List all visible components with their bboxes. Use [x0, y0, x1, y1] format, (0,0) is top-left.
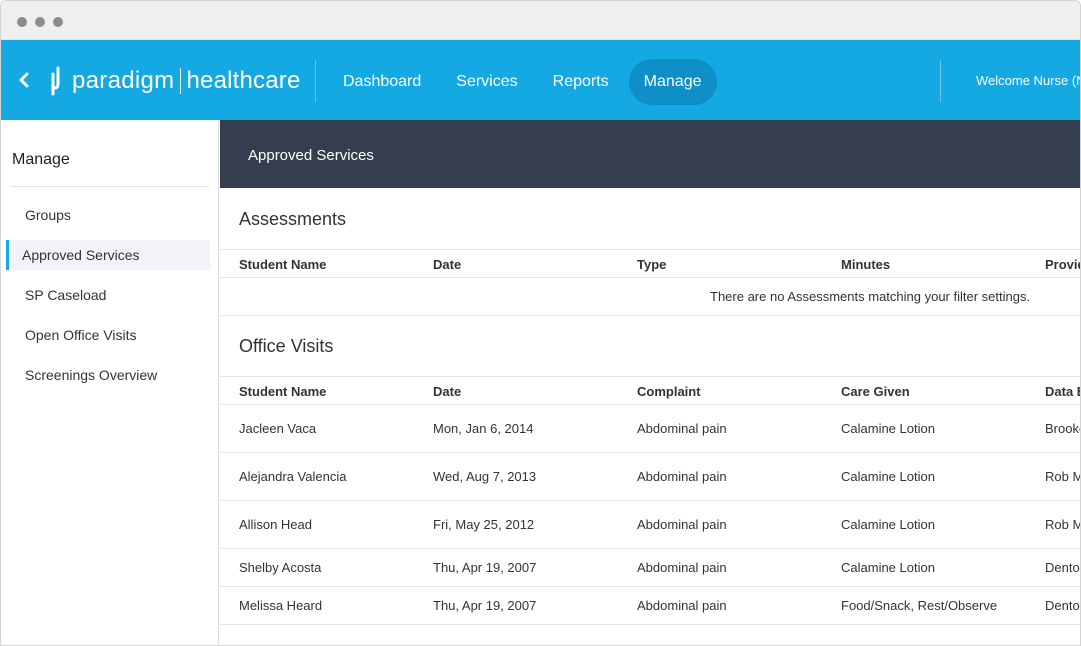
- column-header[interactable]: Student Name: [239, 384, 326, 399]
- nav-divider: [315, 60, 316, 102]
- assessments-table-header: Student Name Date Type Minutes Provid: [220, 249, 1080, 278]
- top-navbar: paradigm healthcare Dashboard Services R…: [1, 40, 1080, 120]
- logo-product: healthcare: [186, 67, 301, 94]
- cell-care-given: Calamine Lotion: [841, 560, 935, 575]
- main-nav: Dashboard Services Reports Manage: [328, 59, 722, 105]
- paradigm-logo-icon: [51, 66, 60, 96]
- sidebar-item-sp-caseload[interactable]: SP Caseload: [6, 280, 210, 310]
- cell-complaint: Abdominal pain: [637, 517, 727, 532]
- sidebar-item-groups[interactable]: Groups: [6, 200, 210, 230]
- cell-care-given: Calamine Lotion: [841, 421, 935, 436]
- cell-date: Thu, Apr 19, 2007: [433, 560, 537, 575]
- table-row[interactable]: Melissa Heard Thu, Apr 19, 2007 Abdomina…: [220, 587, 1080, 625]
- sidebar-item-open-office-visits[interactable]: Open Office Visits: [6, 320, 210, 350]
- column-header[interactable]: Data E: [1045, 384, 1080, 399]
- cell-complaint: Abdominal pain: [637, 560, 727, 575]
- main-content: Approved Services Assessments Student Na…: [220, 120, 1081, 645]
- cell-care-given: Calamine Lotion: [841, 469, 935, 484]
- cell-data-entered-by: Denton: [1045, 598, 1080, 613]
- column-header[interactable]: Date: [433, 257, 461, 272]
- cell-student-name: Allison Head: [239, 517, 312, 532]
- column-header[interactable]: Complaint: [637, 384, 701, 399]
- chevron-left-icon[interactable]: [15, 70, 33, 90]
- cell-data-entered-by: Rob M: [1045, 469, 1081, 484]
- cell-care-given: Calamine Lotion: [841, 517, 935, 532]
- nav-reports[interactable]: Reports: [538, 59, 624, 105]
- cell-student-name: Melissa Heard: [239, 598, 323, 613]
- nav-services[interactable]: Services: [441, 59, 532, 105]
- cell-date: Mon, Jan 6, 2014: [433, 421, 534, 436]
- window-close-dot[interactable]: [17, 17, 27, 27]
- page-header: Approved Services: [220, 120, 1080, 188]
- office-visits-title: Office Visits: [239, 336, 334, 356]
- logo-brand: paradigm: [72, 67, 175, 94]
- sidebar-item-screenings-overview[interactable]: Screenings Overview: [6, 360, 210, 390]
- nav-dashboard[interactable]: Dashboard: [328, 59, 436, 105]
- cell-complaint: Abdominal pain: [637, 421, 727, 436]
- empty-message: There are no Assessments matching your f…: [710, 289, 1031, 304]
- cell-complaint: Abdominal pain: [637, 598, 727, 613]
- sidebar: Manage Groups Approved Services SP Casel…: [1, 120, 219, 645]
- nav-manage[interactable]: Manage: [628, 59, 717, 105]
- logo-divider: [180, 68, 182, 94]
- window-chrome: [1, 1, 1080, 40]
- cell-student-name: Alejandra Valencia: [239, 469, 347, 484]
- column-header[interactable]: Type: [637, 257, 666, 272]
- page-title: Approved Services: [248, 147, 374, 164]
- office-visits-table: Student Name Date Complaint Care Given D…: [220, 376, 1081, 625]
- column-header[interactable]: Provid: [1045, 257, 1080, 272]
- welcome-divider: [940, 60, 941, 102]
- cell-date: Thu, Apr 19, 2007: [433, 598, 537, 613]
- office-visits-table-header: Student Name Date Complaint Care Given D…: [220, 376, 1080, 405]
- table-row[interactable]: Allison Head Fri, May 25, 2012 Abdominal…: [220, 501, 1081, 549]
- sidebar-list: Groups Approved Services SP Caseload Ope…: [6, 200, 210, 400]
- cell-data-entered-by: Rob M: [1045, 517, 1081, 532]
- cell-student-name: Shelby Acosta: [239, 560, 322, 575]
- window-minimize-dot[interactable]: [35, 17, 45, 27]
- assessments-table: Student Name Date Type Minutes Provid Th…: [220, 249, 1080, 316]
- column-header[interactable]: Care Given: [841, 384, 910, 399]
- table-empty-row: There are no Assessments matching your f…: [220, 278, 1080, 316]
- cell-care-given: Food/Snack, Rest/Observe: [841, 598, 998, 613]
- column-header[interactable]: Student Name: [239, 257, 326, 272]
- table-row[interactable]: Alejandra Valencia Wed, Aug 7, 2013 Abdo…: [220, 453, 1081, 501]
- welcome-user-menu[interactable]: Welcome Nurse (N: [976, 73, 1080, 88]
- sidebar-divider: [10, 186, 209, 187]
- window-zoom-dot[interactable]: [53, 17, 63, 27]
- assessments-title: Assessments: [239, 209, 347, 229]
- cell-date: Fri, May 25, 2012: [433, 517, 535, 532]
- sidebar-title: Manage: [12, 151, 70, 168]
- column-header[interactable]: Minutes: [841, 257, 890, 272]
- cell-student-name: Jacleen Vaca: [239, 421, 317, 436]
- cell-data-entered-by: Brooke: [1045, 421, 1080, 436]
- logo[interactable]: paradigm healthcare: [49, 64, 301, 98]
- cell-date: Wed, Aug 7, 2013: [433, 469, 537, 484]
- cell-complaint: Abdominal pain: [637, 469, 727, 484]
- table-row[interactable]: Shelby Acosta Thu, Apr 19, 2007 Abdomina…: [220, 549, 1080, 587]
- app-window: paradigm healthcare Dashboard Services R…: [0, 0, 1081, 646]
- column-header[interactable]: Date: [433, 384, 461, 399]
- cell-data-entered-by: Denton: [1045, 560, 1080, 575]
- table-row[interactable]: Jacleen Vaca Mon, Jan 6, 2014 Abdominal …: [220, 405, 1080, 453]
- sidebar-item-approved-services[interactable]: Approved Services: [6, 240, 210, 270]
